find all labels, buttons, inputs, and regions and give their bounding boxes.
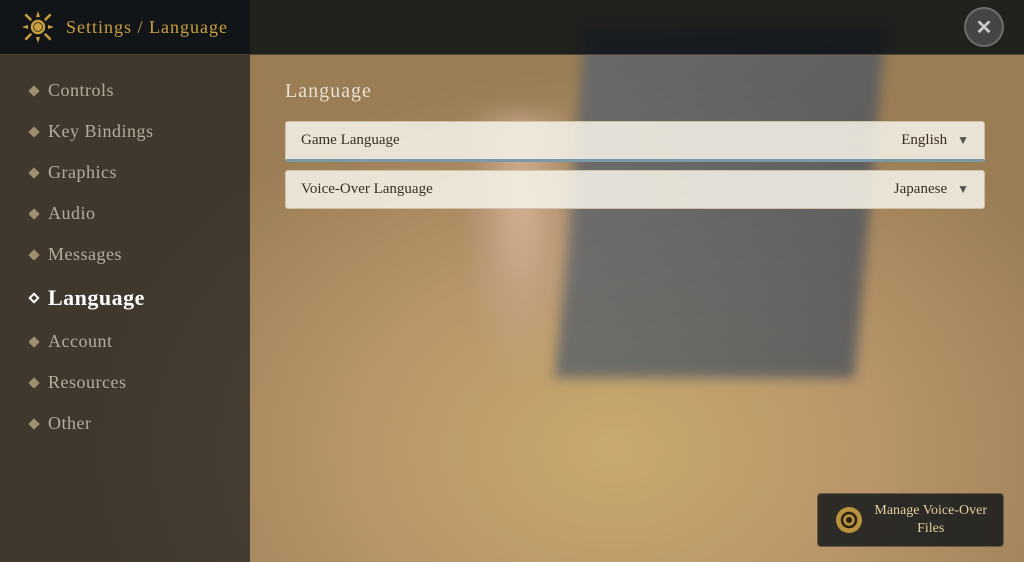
nav-item-label: Audio xyxy=(48,203,96,224)
nav-diamond-icon xyxy=(28,167,39,178)
nav-diamond-icon xyxy=(28,377,39,388)
dropdown-label: Voice-Over Language xyxy=(301,181,433,198)
nav-item-label: Language xyxy=(48,285,145,311)
voice-over-line1: Manage Voice-Over xyxy=(874,503,987,518)
dropdown-label: Game Language xyxy=(301,132,400,149)
header-left: Settings / Language xyxy=(20,9,228,45)
chevron-down-icon: ▼ xyxy=(957,133,969,148)
manage-voice-over-button[interactable]: Manage Voice-Over Files xyxy=(817,493,1004,547)
nav-item-label: Graphics xyxy=(48,162,117,183)
dropdown-value: English xyxy=(901,132,947,149)
sidebar-item-resources[interactable]: Resources xyxy=(0,362,250,403)
sidebar-item-language[interactable]: Language xyxy=(0,275,250,321)
section-title: Language xyxy=(285,80,994,103)
dropdown-right: Japanese ▼ xyxy=(894,181,969,198)
nav-diamond-icon xyxy=(28,249,39,260)
nav-item-label: Key Bindings xyxy=(48,121,154,142)
sidebar-item-graphics[interactable]: Graphics xyxy=(0,152,250,193)
voice-over-line2: Files xyxy=(917,521,944,536)
dropdown-voice-over-language[interactable]: Voice-Over Language Japanese ▼ xyxy=(285,170,985,209)
chevron-down-icon: ▼ xyxy=(957,182,969,197)
dropdown-right: English ▼ xyxy=(901,132,969,149)
sidebar-item-key-bindings[interactable]: Key Bindings xyxy=(0,111,250,152)
nav-item-label: Account xyxy=(48,331,112,352)
sidebar-item-other[interactable]: Other xyxy=(0,403,250,444)
main-content: Language Game LanguageEnglish▼Voice-Over… xyxy=(255,55,1024,562)
nav-item-label: Messages xyxy=(48,244,122,265)
voice-over-button-text: Manage Voice-Over Files xyxy=(874,502,987,538)
nav-diamond-icon xyxy=(28,292,39,303)
nav-item-label: Other xyxy=(48,413,91,434)
sidebar-item-messages[interactable]: Messages xyxy=(0,234,250,275)
dropdown-game-language[interactable]: Game Language English ▼ xyxy=(285,121,985,162)
sidebar: Controls Key Bindings Graphics Audio Message… xyxy=(0,55,250,562)
nav-diamond-icon xyxy=(28,336,39,347)
sidebar-item-audio[interactable]: Audio xyxy=(0,193,250,234)
header-bar: Settings / Language ✕ xyxy=(0,0,1024,55)
close-button[interactable]: ✕ xyxy=(964,7,1004,47)
nav-diamond-icon xyxy=(28,85,39,96)
nav-diamond-icon xyxy=(28,208,39,219)
dropdown-value: Japanese xyxy=(894,181,947,198)
nav-diamond-icon xyxy=(28,126,39,137)
gear-icon xyxy=(20,9,56,45)
sidebar-item-controls[interactable]: Controls xyxy=(0,70,250,111)
sidebar-item-account[interactable]: Account xyxy=(0,321,250,362)
breadcrumb: Settings / Language xyxy=(66,17,228,38)
nav-item-label: Resources xyxy=(48,372,126,393)
nav-diamond-icon xyxy=(28,418,39,429)
voice-over-icon xyxy=(834,505,864,535)
nav-item-label: Controls xyxy=(48,80,114,101)
